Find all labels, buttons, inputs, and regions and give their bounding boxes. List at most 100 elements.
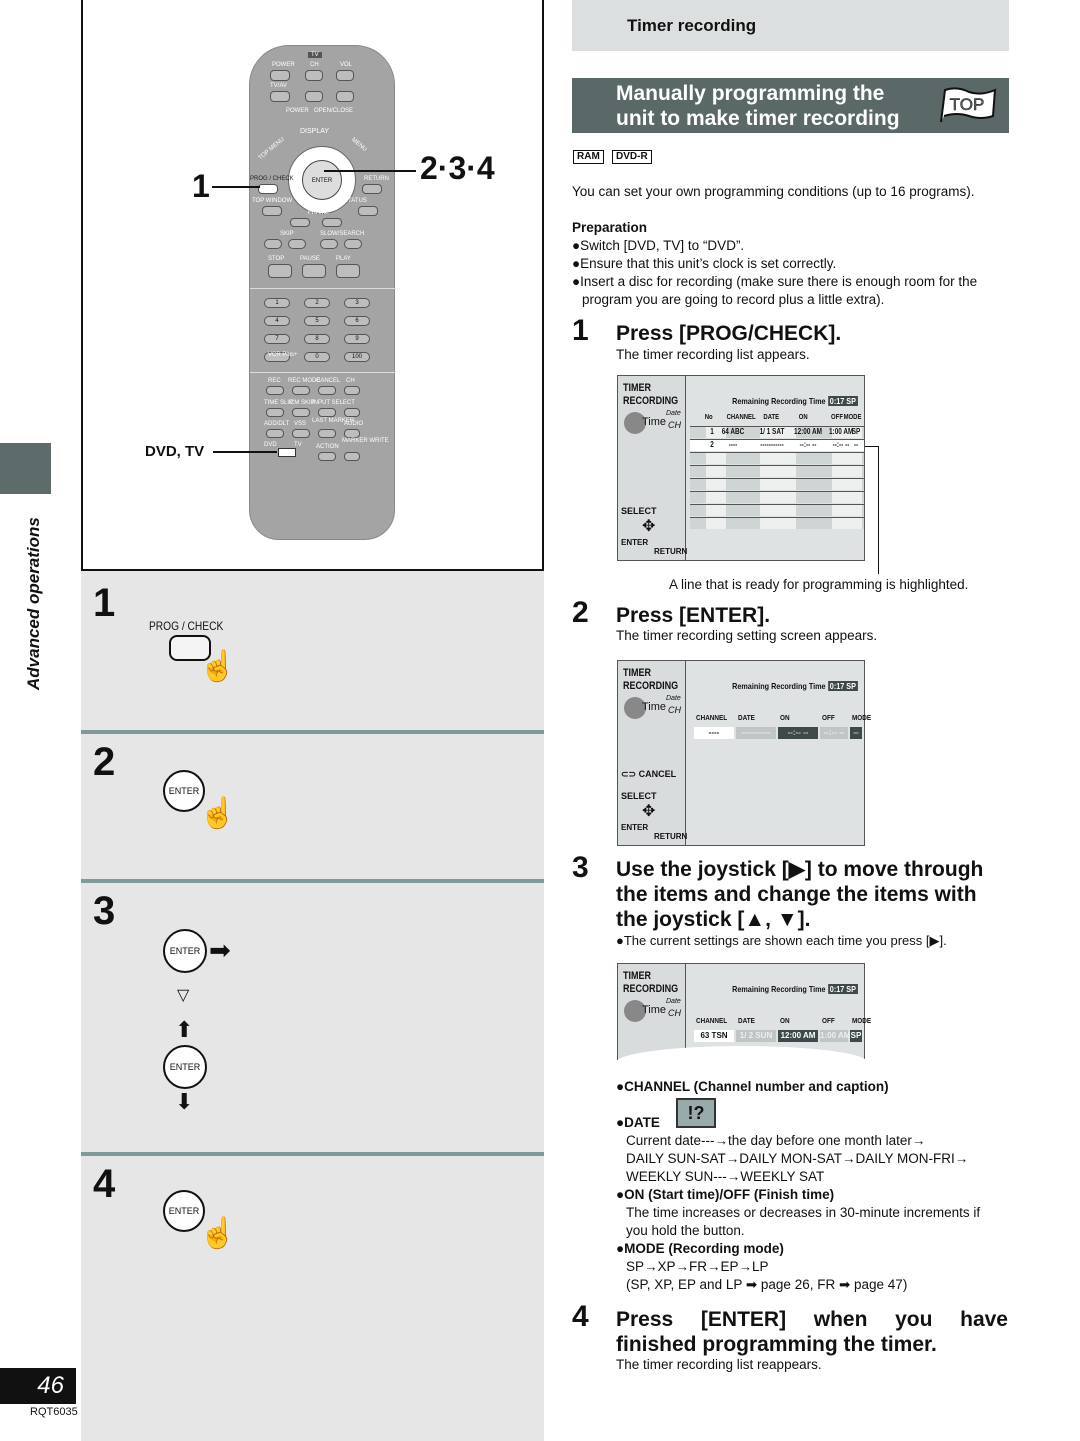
status-button[interactable] xyxy=(358,206,378,216)
document-code: RQT6035 xyxy=(30,1406,78,1418)
step-sub: The timer recording list appears. xyxy=(616,347,810,362)
row-stripe xyxy=(706,453,726,464)
arrow-right-icon: ➡ xyxy=(209,935,231,965)
disc-tag-dvd-r: DVD-R xyxy=(612,150,652,164)
power-label: POWER xyxy=(286,108,309,114)
table-cell: 1/ 1 SAT xyxy=(759,427,785,436)
divider xyxy=(81,1152,544,1156)
digit-button-4[interactable]: 4 xyxy=(264,316,290,326)
last-marker-button[interactable] xyxy=(318,429,336,438)
ch-up-button[interactable] xyxy=(305,70,323,81)
step-number: 1 xyxy=(572,314,589,347)
hint-book-icon: !? xyxy=(676,1098,716,1128)
digit-button-2[interactable]: 2 xyxy=(304,298,330,308)
digit-button-5[interactable]: 5 xyxy=(304,316,330,326)
cm-skip-button[interactable] xyxy=(292,408,310,417)
stop-button[interactable] xyxy=(268,264,292,278)
digit-button-3[interactable]: 3 xyxy=(344,298,370,308)
field-date: ----------- xyxy=(736,727,776,739)
pause-button[interactable] xyxy=(302,264,326,278)
table-row xyxy=(690,465,864,477)
dvd-ch-label: CH xyxy=(346,378,355,384)
date-desc-line: WEEKLY SUN---→WEEKLY SAT xyxy=(626,1169,825,1184)
skip-label: SKIP xyxy=(280,231,294,237)
column-header: DATE xyxy=(738,713,755,722)
step-title: Press [ENTER]. xyxy=(616,604,771,627)
step-sub: The timer recording setting screen appea… xyxy=(616,628,878,643)
column-header: MODE xyxy=(852,713,872,722)
vol-up-button[interactable] xyxy=(336,70,354,81)
left-step-2: 2 ENTER ☝ xyxy=(81,736,544,879)
tvav-button[interactable] xyxy=(270,91,290,102)
skip-back-button[interactable] xyxy=(264,239,282,249)
digit-button-8[interactable]: 8 xyxy=(304,334,330,344)
row-stripe xyxy=(832,479,862,490)
search-back-button[interactable] xyxy=(320,239,338,249)
column-header: MODE xyxy=(852,1016,872,1025)
left-step-number: 3 xyxy=(93,889,116,933)
digit-button-6[interactable]: 6 xyxy=(344,316,370,326)
frame-forward-button[interactable] xyxy=(322,218,342,227)
step-number: 3 xyxy=(572,851,589,884)
time-slip-button[interactable] xyxy=(266,408,284,417)
row-stripe xyxy=(760,466,796,477)
step-title-line: Press [ENTER] when you have xyxy=(616,1308,1008,1331)
digit-button-7[interactable]: 7 xyxy=(264,334,290,344)
audio-button[interactable] xyxy=(344,429,360,438)
ch-down-button[interactable] xyxy=(305,91,323,102)
add-dlt-label: ADD/DLT xyxy=(264,421,290,427)
skip-forward-button[interactable] xyxy=(288,239,306,249)
osd-timer-list: TIMER RECORDING Time Date CH SELECT ✥ ENT… xyxy=(617,375,865,561)
step-title-line: the items and change the items with xyxy=(616,883,977,906)
tv-power-button[interactable] xyxy=(270,70,290,81)
cancel-label: CANCEL xyxy=(316,378,341,384)
table-cell: 64 ABC xyxy=(721,427,745,436)
date-desc-line: Current date---→the day before one month… xyxy=(626,1133,926,1148)
timer-setting-row: CHANNEL DATE ON OFF MODE ---- ----------- --:--… xyxy=(694,713,871,743)
digit-button-1[interactable]: 1 xyxy=(264,298,290,308)
time-word: Time xyxy=(642,416,667,428)
input-select-button[interactable] xyxy=(318,408,336,417)
frame-back-button[interactable] xyxy=(290,218,310,227)
rec-mode-button[interactable] xyxy=(292,386,310,395)
rec-button[interactable] xyxy=(266,386,284,395)
prog-check-label: PROG / CHECK xyxy=(250,176,294,182)
top-window-button[interactable] xyxy=(262,206,282,216)
column-header: CHANNEL xyxy=(696,713,728,722)
field-date: 1/ 2 SUN xyxy=(736,1030,776,1042)
section-title: Timer recording xyxy=(627,16,757,35)
digit-button-0[interactable]: 0 xyxy=(304,352,330,362)
search-forward-button[interactable] xyxy=(344,239,362,249)
section-header: Timer recording xyxy=(572,0,1009,51)
enter-button[interactable]: ENTER xyxy=(302,160,342,200)
row-stripe xyxy=(760,479,796,490)
slow-search-label: SLOW/SEARCH xyxy=(320,231,365,237)
add-dlt-button[interactable] xyxy=(266,429,284,438)
highlight-callout-line-v xyxy=(878,446,879,574)
row-stripe xyxy=(760,492,796,503)
digit-button-9[interactable]: 9 xyxy=(344,334,370,344)
action-button[interactable] xyxy=(318,452,336,461)
onoff-desc-line: you hold the button. xyxy=(626,1223,745,1238)
dvd-ch-down-button[interactable] xyxy=(344,408,360,417)
prog-check-button[interactable] xyxy=(258,184,278,194)
stop-label: STOP xyxy=(268,256,285,262)
step-sub: ●The current settings are shown each tim… xyxy=(616,933,947,948)
dvd-ch-up-button[interactable] xyxy=(344,386,360,395)
preparation-heading: Preparation xyxy=(572,220,648,235)
return-hint: RETURN xyxy=(654,547,688,556)
dvd-tv-switch[interactable] xyxy=(278,448,296,457)
select-hint: SELECT xyxy=(621,506,657,516)
vss-button[interactable] xyxy=(292,429,310,438)
vol-down-button[interactable] xyxy=(336,91,354,102)
digit-button-100[interactable]: 100 xyxy=(344,352,370,362)
table-row xyxy=(690,478,864,490)
left-step-4: 4 ENTER ☝ xyxy=(81,1158,544,1441)
return-button[interactable] xyxy=(362,184,382,194)
row-stripe xyxy=(706,479,726,490)
row-stripe xyxy=(832,466,862,477)
cancel-button[interactable] xyxy=(318,386,336,395)
marker-write-button[interactable] xyxy=(344,452,360,461)
play-button[interactable] xyxy=(336,264,360,278)
svg-text:TOP: TOP xyxy=(950,95,985,114)
